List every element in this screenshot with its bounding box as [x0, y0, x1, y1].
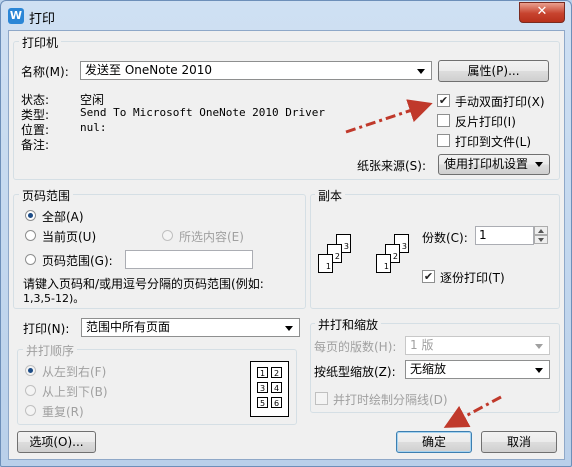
annotation-overlay — [345, 99, 502, 428]
annotation-arrow-icon — [345, 99, 433, 134]
print-dialog: W 打印 ✕ 打印机 名称(M): 发送至 OneNote 2010 属性(P)… — [0, 0, 572, 467]
annotation-arrow-icon — [443, 395, 502, 428]
